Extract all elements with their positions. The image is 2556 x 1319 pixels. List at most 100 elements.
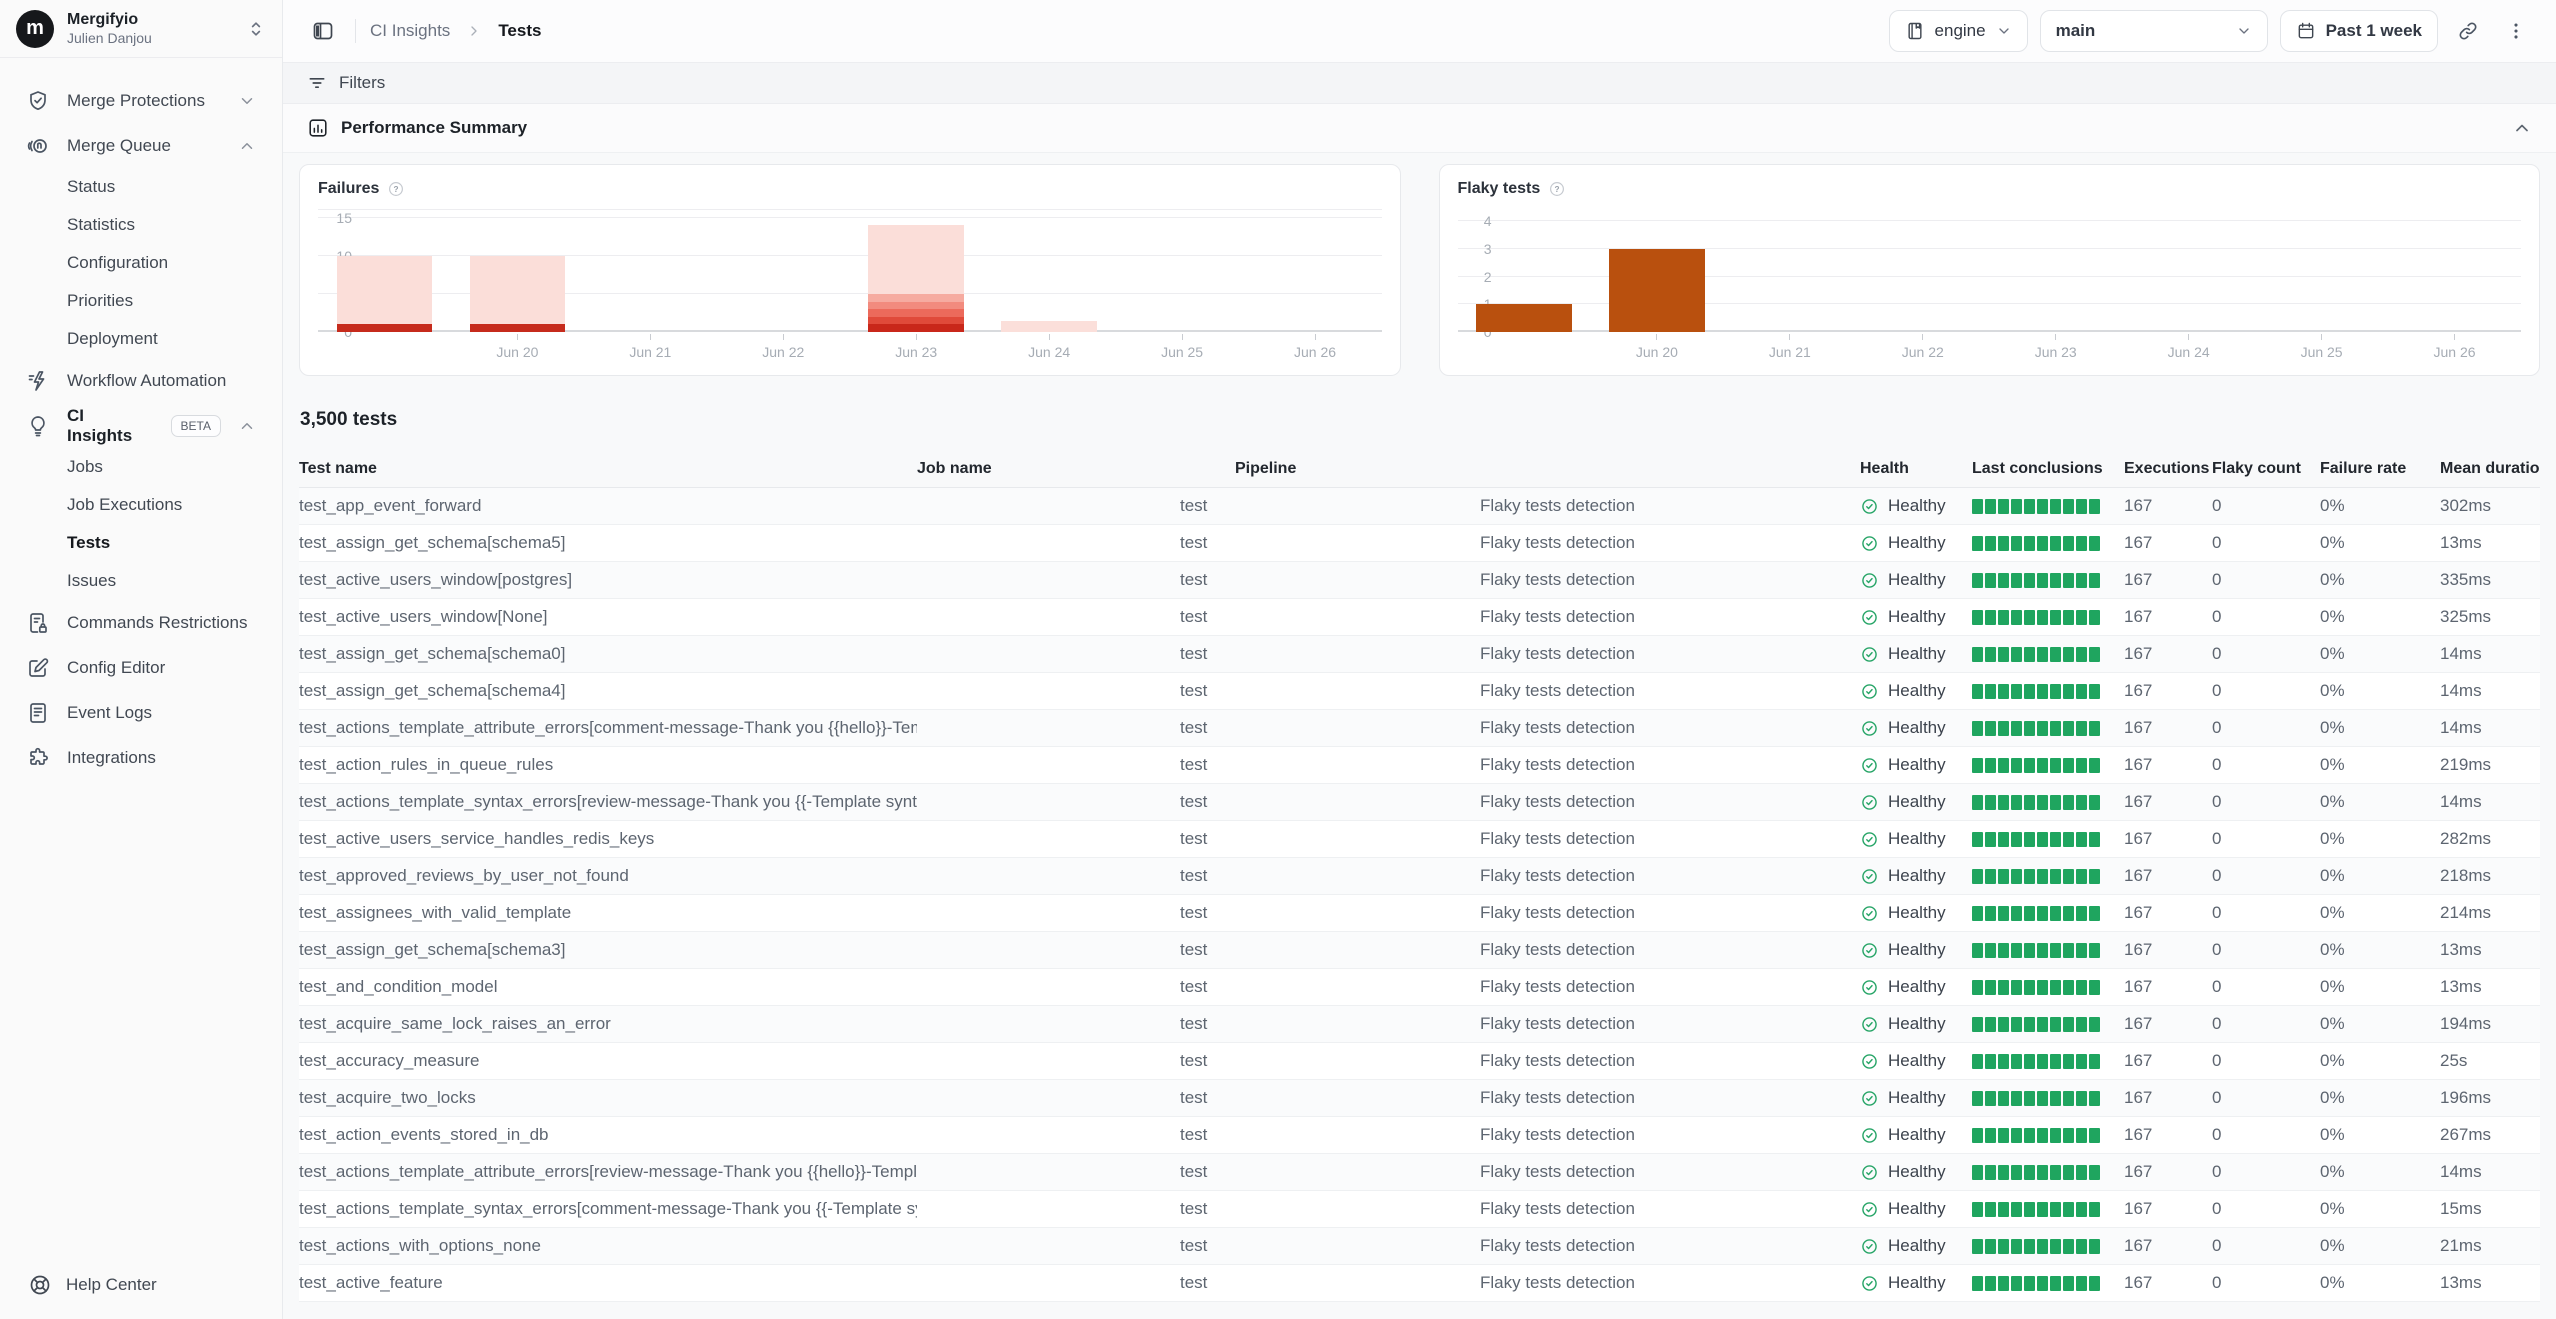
table-row[interactable]: test_assign_get_schema[schema3] test Fla… (299, 932, 2540, 969)
conclusion-square (2011, 684, 2022, 699)
collapse-chevron-up-icon[interactable] (2512, 118, 2532, 138)
last-conclusions-cell (1972, 980, 2124, 995)
table-row[interactable]: test_assign_get_schema[schema5] test Fla… (299, 525, 2540, 562)
branch-select[interactable]: main (2040, 10, 2268, 52)
check-circle-icon (1860, 1015, 1879, 1034)
table-row[interactable]: test_assignees_with_valid_template test … (299, 895, 2540, 932)
column-failure-rate[interactable]: Failure rate (2320, 460, 2440, 478)
sidebar-item-commands-restrictions[interactable]: Commands Restrictions (12, 600, 270, 645)
sidebar-item-label: Event Logs (67, 703, 152, 723)
failure-rate-cell: 0% (2320, 1088, 2440, 1108)
conclusion-square (1972, 1054, 1983, 1069)
health-cell: Healthy (1860, 1199, 1972, 1219)
flaky-count-cell: 0 (2212, 607, 2320, 627)
conclusion-square (2024, 647, 2035, 662)
table-row[interactable]: test_actions_template_attribute_errors[r… (299, 1154, 2540, 1191)
help-circle-icon[interactable]: ? (1548, 180, 1566, 198)
conclusion-square (1985, 795, 1996, 810)
column-flaky-count[interactable]: Flaky count (2212, 460, 2320, 478)
column-executions[interactable]: Executions (2124, 460, 2212, 478)
filters-button[interactable]: Filters (283, 63, 2556, 104)
table-row[interactable]: test_active_users_window[postgres] test … (299, 562, 2540, 599)
sidebar-item-configuration[interactable]: Configuration (12, 244, 270, 282)
column-test-name[interactable]: Test name (299, 460, 917, 478)
kebab-menu-button[interactable] (2498, 13, 2534, 49)
failures-chart-title: Failures (318, 180, 379, 198)
executions-cell: 167 (2124, 1236, 2212, 1256)
table-row[interactable]: test_accuracy_measure test Flaky tests d… (299, 1043, 2540, 1080)
sidebar-toggle-button[interactable] (305, 13, 341, 49)
table-row[interactable]: test_app_event_forward test Flaky tests … (299, 488, 2540, 525)
table-row[interactable]: test_actions_template_syntax_errors[revi… (299, 784, 2540, 821)
sidebar-item-event-logs[interactable]: Event Logs (12, 690, 270, 735)
conclusion-square (2076, 1054, 2087, 1069)
conclusion-square (2011, 795, 2022, 810)
column-health[interactable]: Health (1860, 460, 1972, 478)
flaky-count-cell: 0 (2212, 681, 2320, 701)
sidebar-item-workflow-automation[interactable]: Workflow Automation (12, 358, 270, 403)
table-row[interactable]: test_acquire_same_lock_raises_an_error t… (299, 1006, 2540, 1043)
conclusion-square (1972, 1091, 1983, 1106)
conclusion-square (2050, 573, 2061, 588)
chart-bar (1001, 321, 1097, 332)
sidebar-item-statistics[interactable]: Statistics (12, 206, 270, 244)
table-row[interactable]: test_action_rules_in_queue_rules test Fl… (299, 747, 2540, 784)
column-pipeline[interactable]: Pipeline (1235, 460, 1860, 478)
column-job-name[interactable]: Job name (917, 460, 1235, 478)
health-cell: Healthy (1860, 570, 1972, 590)
sidebar-item-config-editor[interactable]: Config Editor (12, 645, 270, 690)
conclusion-square (1998, 1054, 2009, 1069)
date-range-button[interactable]: Past 1 week (2280, 10, 2438, 52)
table-row[interactable]: test_and_condition_model test Flaky test… (299, 969, 2540, 1006)
conclusion-square (2076, 647, 2087, 662)
table-row[interactable]: test_actions_template_syntax_errors[comm… (299, 1191, 2540, 1228)
column-last-conclusions[interactable]: Last conclusions (1972, 460, 2124, 478)
sidebar-item-deployment[interactable]: Deployment (12, 320, 270, 358)
sidebar-item-merge-queue[interactable]: Merge Queue (12, 123, 270, 168)
mean-duration-cell: 218ms (2440, 866, 2540, 886)
table-row[interactable]: test_approved_reviews_by_user_not_found … (299, 858, 2540, 895)
help-circle-icon[interactable]: ? (387, 180, 405, 198)
table-row[interactable]: test_action_events_stored_in_db test Fla… (299, 1117, 2540, 1154)
breadcrumb-ci-insights[interactable]: CI Insights (370, 21, 450, 41)
sidebar-item-priorities[interactable]: Priorities (12, 282, 270, 320)
table-row[interactable]: test_active_users_window[None] test Flak… (299, 599, 2540, 636)
table-row[interactable]: test_active_feature test Flaky tests det… (299, 1265, 2540, 1302)
conclusion-square (2050, 832, 2061, 847)
conclusion-square (2050, 1091, 2061, 1106)
help-center-link[interactable]: Help Center (0, 1251, 282, 1319)
sidebar-item-jobs[interactable]: Jobs (12, 448, 270, 486)
conclusion-square (2011, 1017, 2022, 1032)
conclusion-square (2089, 869, 2100, 884)
sidebar-item-status[interactable]: Status (12, 168, 270, 206)
flaky-count-cell: 0 (2212, 792, 2320, 812)
check-circle-icon (1860, 497, 1879, 516)
mean-duration-cell: 196ms (2440, 1088, 2540, 1108)
org-switcher[interactable]: m Mergifyio Julien Danjou (0, 0, 282, 58)
test-name-cell: test_assign_get_schema[schema4] (299, 681, 917, 701)
table-row[interactable]: test_assign_get_schema[schema4] test Fla… (299, 673, 2540, 710)
sidebar-item-tests[interactable]: Tests (12, 524, 270, 562)
test-name-cell: test_actions_template_syntax_errors[revi… (299, 792, 917, 812)
sidebar-item-issues[interactable]: Issues (12, 562, 270, 600)
table-row[interactable]: test_actions_with_options_none test Flak… (299, 1228, 2540, 1265)
column-mean-duration[interactable]: Mean duration (2440, 460, 2540, 478)
conclusion-square (2076, 1276, 2087, 1291)
table-row[interactable]: test_assign_get_schema[schema0] test Fla… (299, 636, 2540, 673)
mean-duration-cell: 14ms (2440, 681, 2540, 701)
table-row[interactable]: test_active_users_service_handles_redis_… (299, 821, 2540, 858)
failures-card: Failures ? 01015Jun 20Jun 21Jun 22Jun 23… (299, 164, 1401, 376)
test-name-cell: test_assign_get_schema[schema5] (299, 533, 917, 553)
table-row[interactable]: test_acquire_two_locks test Flaky tests … (299, 1080, 2540, 1117)
sidebar-item-job-executions[interactable]: Job Executions (12, 486, 270, 524)
sidebar-item-label: CI Insights (67, 406, 142, 446)
chevron-up-icon (238, 417, 256, 435)
conclusion-square (2076, 1239, 2087, 1254)
conclusion-square (2024, 721, 2035, 736)
sidebar-item-integrations[interactable]: Integrations (12, 735, 270, 780)
sidebar-item-merge-protections[interactable]: Merge Protections (12, 78, 270, 123)
sidebar-item-ci-insights[interactable]: CI Insights BETA (12, 403, 270, 448)
repo-select[interactable]: engine (1889, 10, 2028, 52)
table-row[interactable]: test_actions_template_attribute_errors[c… (299, 710, 2540, 747)
copy-link-button[interactable] (2450, 13, 2486, 49)
